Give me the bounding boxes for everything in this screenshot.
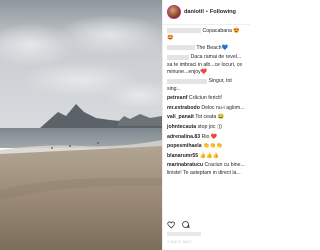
comment: Singur, tot sing...	[167, 78, 232, 92]
comment: marinabratucu Craciun cu bine... liniste…	[167, 162, 245, 176]
post-side-panel: daniotil • Following Copacabana 😍🤩 The B…	[162, 0, 250, 250]
likes-count-placeholder[interactable]	[167, 232, 201, 236]
post-photo[interactable]	[0, 0, 162, 250]
comment: Copacabana 😍🤩	[167, 28, 240, 42]
comment: popesmihaela 👏👏👏	[167, 143, 223, 150]
comment: mr.extrabodo Deloc nu-i aglom...	[167, 104, 245, 111]
comment: adrenalina.83 Rio ❤️	[167, 133, 218, 140]
comment: petreanf Crăciun fericit!	[167, 95, 223, 102]
post-username[interactable]: daniotil	[184, 9, 204, 15]
comment-username[interactable]: mr.extrabodo	[167, 105, 200, 111]
redacted-username	[167, 44, 195, 50]
avatar[interactable]	[167, 5, 181, 19]
post-header: daniotil • Following	[163, 0, 250, 25]
comment-icon[interactable]	[181, 220, 190, 229]
comment: blanarumr55 👍👍👍	[167, 152, 219, 159]
comment-username[interactable]: blanarumr55	[167, 153, 198, 159]
separator-dot: •	[205, 9, 208, 15]
post-actions	[167, 220, 190, 229]
comment: johntecauta stop joc :))	[167, 123, 222, 130]
comment-username[interactable]: vali_panait	[167, 114, 194, 120]
comment-username[interactable]: petreanf	[167, 95, 187, 101]
redacted-username	[167, 28, 201, 34]
comment-username[interactable]: popesmihaela	[167, 143, 202, 149]
comment: The Beach💙	[167, 45, 246, 52]
heart-icon[interactable]	[167, 220, 176, 229]
comments-list: Copacabana 😍🤩 The Beach💙 Daca ramai de r…	[163, 25, 250, 177]
comment-username[interactable]: adrenalina.83	[167, 134, 200, 140]
redacted-username	[167, 54, 189, 60]
comment-username[interactable]: marinabratucu	[167, 162, 203, 168]
following-button[interactable]: Following	[210, 9, 236, 15]
comment: Daca ramai de revel... sa te imbraci in …	[167, 54, 243, 75]
redacted-username	[167, 78, 207, 84]
comment: vali_panait Tot ceata 😂	[167, 114, 225, 121]
beach-photo	[0, 0, 162, 250]
comment-username[interactable]: johntecauta	[167, 124, 196, 130]
post-date: 3 DAYS AGO	[167, 240, 192, 244]
